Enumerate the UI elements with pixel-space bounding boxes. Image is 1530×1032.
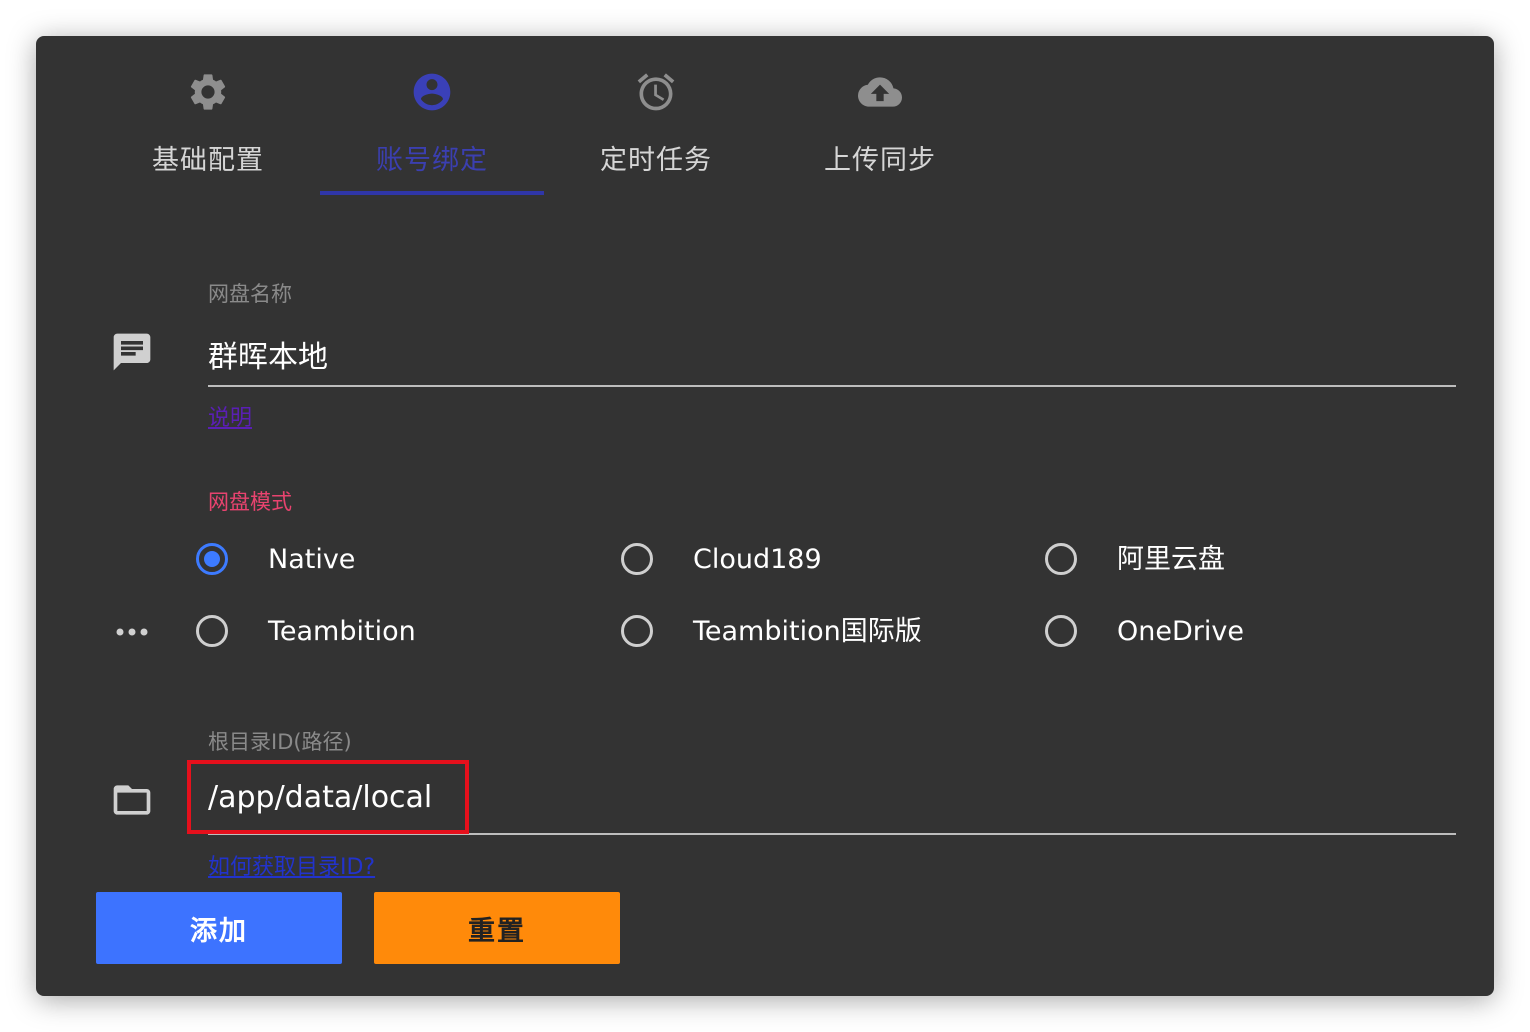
radio-label: 阿里云盘 <box>1117 544 1225 575</box>
gear-icon <box>96 70 320 114</box>
radio-circle[interactable] <box>621 543 653 575</box>
radio-label: Cloud189 <box>693 544 822 575</box>
radio-circle[interactable] <box>196 615 228 647</box>
radio-circle[interactable] <box>1045 543 1077 575</box>
radio-circle[interactable] <box>1045 615 1077 647</box>
name-input-underline <box>208 385 1456 387</box>
radio-teambition-intl[interactable]: Teambition国际版 <box>621 612 1001 656</box>
root-input-underline <box>208 833 1456 835</box>
tab-scheduled-tasks[interactable]: 定时任务 <box>544 36 768 196</box>
folder-icon <box>110 778 154 826</box>
radio-teambition[interactable]: Teambition <box>196 612 576 656</box>
name-input[interactable]: 群晖本地 <box>208 332 328 376</box>
radio-cloud189[interactable]: Cloud189 <box>621 540 1001 584</box>
root-path-input[interactable]: /app/data/local <box>208 780 432 815</box>
account-circle-icon <box>320 70 544 114</box>
tab-account-binding[interactable]: 账号绑定 <box>320 36 544 196</box>
radio-label: Teambition国际版 <box>693 616 922 647</box>
radio-native[interactable]: Native <box>196 540 576 584</box>
mode-field-label: 网盘模式 <box>208 490 292 514</box>
name-help-link[interactable]: 说明 <box>208 400 252 432</box>
cloud-upload-icon <box>768 70 992 114</box>
radio-aliyun[interactable]: 阿里云盘 <box>1045 540 1425 584</box>
tab-label: 上传同步 <box>824 145 936 176</box>
root-help-link[interactable]: 如何获取目录ID? <box>208 849 375 881</box>
settings-window: 基础配置 账号绑定 定时任务 上传同步 网盘名称 群晖本地 说明 网盘模式 Na… <box>36 36 1494 996</box>
alarm-clock-icon <box>544 70 768 114</box>
add-button[interactable]: 添加 <box>96 892 342 964</box>
root-field-label: 根目录ID(路径) <box>208 730 352 754</box>
tab-label: 定时任务 <box>600 145 712 176</box>
tab-label: 基础配置 <box>152 145 264 176</box>
name-field-label: 网盘名称 <box>208 282 292 306</box>
radio-circle[interactable] <box>196 543 228 575</box>
reset-button[interactable]: 重置 <box>374 892 620 964</box>
radio-onedrive[interactable]: OneDrive <box>1045 612 1425 656</box>
active-tab-indicator <box>320 191 544 195</box>
radio-label: OneDrive <box>1117 616 1244 647</box>
message-icon <box>110 330 154 378</box>
radio-label: Native <box>268 544 356 575</box>
tab-upload-sync[interactable]: 上传同步 <box>768 36 992 196</box>
tab-label: 账号绑定 <box>376 145 488 176</box>
radio-circle[interactable] <box>621 615 653 647</box>
tab-basic-config[interactable]: 基础配置 <box>96 36 320 196</box>
radio-label: Teambition <box>268 616 416 647</box>
more-horiz-icon <box>114 616 150 652</box>
